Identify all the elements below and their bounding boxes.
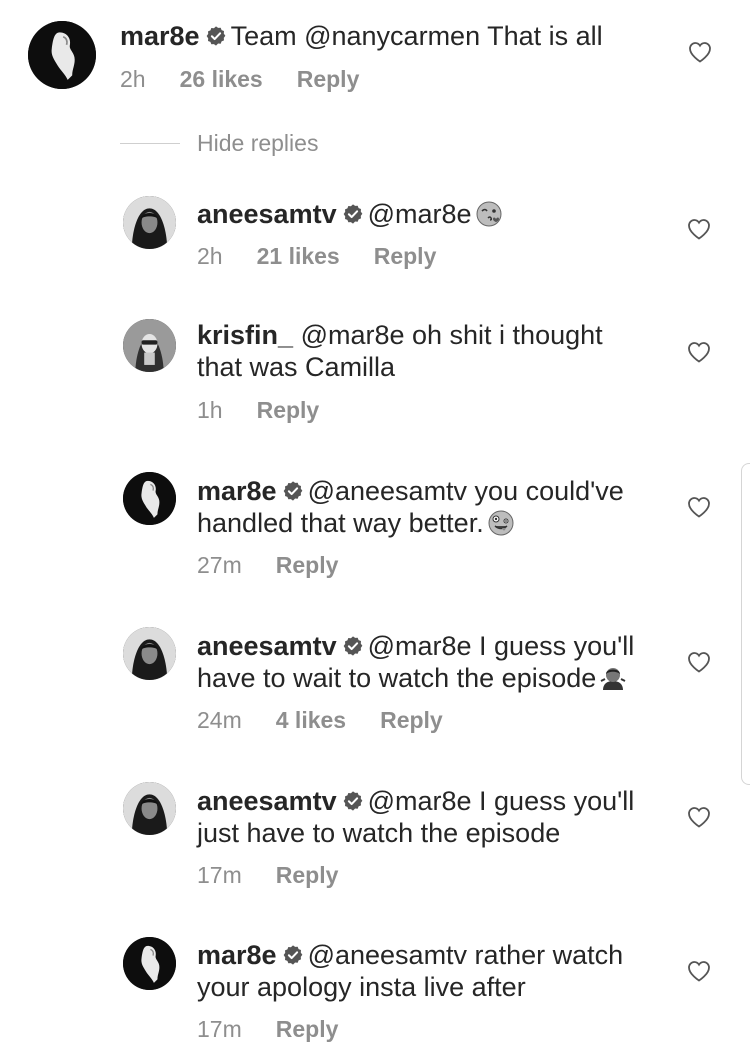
hide-replies-button[interactable]: Hide replies [120, 130, 318, 157]
timestamp: 27m [197, 552, 242, 578]
heart-outline-icon[interactable] [688, 41, 712, 63]
timestamp: 17m [197, 1016, 242, 1042]
comment-text-line2: have to wait to watch the episode [197, 663, 597, 693]
comment-meta: 24m 4 likes Reply [197, 707, 477, 734]
comment-text: @mar8e I guess you'll [367, 631, 635, 661]
divider [120, 143, 180, 144]
heart-outline-icon[interactable] [687, 960, 711, 982]
verified-badge-icon [342, 790, 364, 812]
heart-outline-icon[interactable] [687, 651, 711, 673]
verified-badge-icon [205, 25, 227, 47]
comment-meta: 27m Reply [197, 552, 372, 579]
username[interactable]: mar8e [120, 21, 200, 51]
heart-outline-icon[interactable] [687, 218, 711, 240]
timestamp: 2h [120, 66, 146, 92]
verified-badge-icon [342, 203, 364, 225]
reply-button[interactable]: Reply [276, 552, 339, 578]
comment-text: @mar8e oh shit i thought [300, 320, 603, 350]
avatar[interactable] [123, 196, 176, 249]
verified-badge-icon [282, 480, 304, 502]
comment-text-line2: just have to watch the episode [197, 818, 561, 848]
username[interactable]: aneesamtv [197, 631, 337, 661]
comment-text-line2: handled that way better. [197, 508, 484, 538]
comment-body: mar8e @aneesamtv you could've handled tha… [197, 475, 624, 539]
comment-body: mar8e @aneesamtv rather watch your apolog… [197, 939, 623, 1003]
reply-button[interactable]: Reply [374, 243, 437, 269]
avatar[interactable] [28, 21, 96, 89]
kiss-wink-emoji-icon [476, 201, 502, 227]
timestamp: 17m [197, 862, 242, 888]
shrug-woman-emoji-icon [600, 665, 626, 691]
comment-meta: 17m Reply [197, 1016, 372, 1043]
comment-text: @aneesamtv you could've [307, 476, 624, 506]
username[interactable]: aneesamtv [197, 199, 337, 229]
comment-text-line2: your apology insta live after [197, 972, 526, 1002]
reply-button[interactable]: Reply [297, 66, 360, 92]
verified-badge-icon [282, 944, 304, 966]
username[interactable]: aneesamtv [197, 786, 337, 816]
avatar[interactable] [123, 472, 176, 525]
heart-outline-icon[interactable] [687, 496, 711, 518]
comment-body: aneesamtv @mar8e I guess you'll just have… [197, 785, 634, 849]
likes-count[interactable]: 26 likes [180, 66, 263, 92]
verified-badge-icon [342, 635, 364, 657]
comment-text: @mar8e I guess you'll [367, 786, 635, 816]
timestamp: 2h [197, 243, 223, 269]
comment-meta: 2h 26 likes Reply [120, 66, 393, 93]
comment-text: Team @nanycarmen That is all [230, 21, 603, 51]
comment-text: @mar8e [367, 199, 472, 229]
reply-button[interactable]: Reply [276, 1016, 339, 1042]
comment-meta: 1h Reply [197, 397, 353, 424]
comment-body: mar8e Team @nanycarmen That is all [120, 20, 603, 52]
likes-count[interactable]: 21 likes [257, 243, 340, 269]
comment-meta: 2h 21 likes Reply [197, 243, 470, 270]
avatar[interactable] [123, 627, 176, 680]
zany-face-emoji-icon [488, 510, 514, 536]
likes-count[interactable]: 4 likes [276, 707, 346, 733]
reply-button[interactable]: Reply [276, 862, 339, 888]
scrollbar[interactable] [741, 463, 750, 785]
reply-button[interactable]: Reply [257, 397, 320, 423]
username[interactable]: krisfin_ [197, 320, 293, 350]
comment-text: @aneesamtv rather watch [307, 940, 624, 970]
comment-text-line2: that was Camilla [197, 352, 396, 382]
comment-body: aneesamtv @mar8e I guess you'll have to w… [197, 630, 634, 694]
heart-outline-icon[interactable] [687, 806, 711, 828]
username[interactable]: mar8e [197, 476, 277, 506]
avatar[interactable] [123, 782, 176, 835]
avatar[interactable] [123, 937, 176, 990]
username[interactable]: mar8e [197, 940, 277, 970]
heart-outline-icon[interactable] [687, 341, 711, 363]
timestamp: 1h [197, 397, 223, 423]
comment-body: aneesamtv @mar8e [197, 198, 502, 230]
comment-body: krisfin_ @mar8e oh shit i thought that w… [197, 319, 603, 383]
comment-meta: 17m Reply [197, 862, 372, 889]
reply-button[interactable]: Reply [380, 707, 443, 733]
timestamp: 24m [197, 707, 242, 733]
avatar[interactable] [123, 319, 176, 372]
hide-replies-label: Hide replies [197, 130, 319, 156]
